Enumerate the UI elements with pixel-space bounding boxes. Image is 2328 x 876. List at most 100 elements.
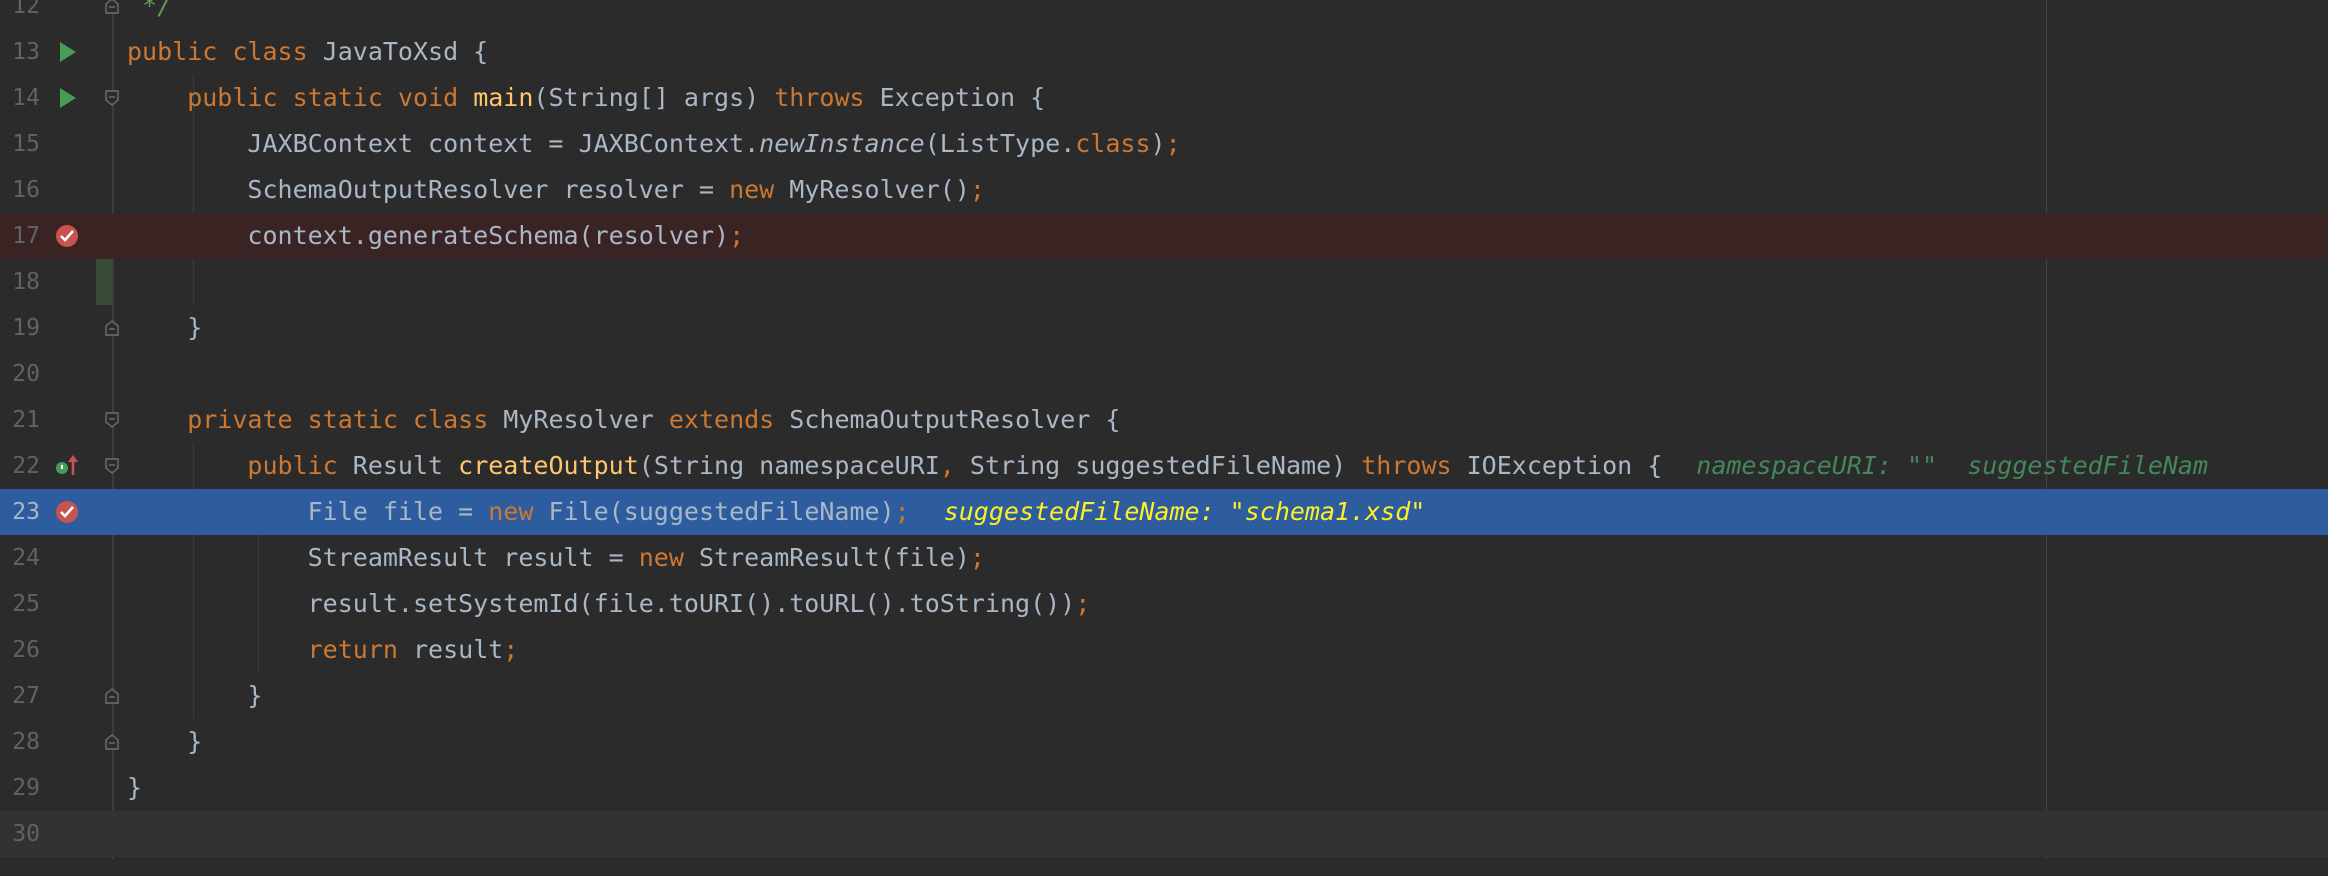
line-number[interactable]: 13 xyxy=(0,29,40,75)
code-line[interactable]: 17 context.generateSchema(resolver); xyxy=(0,213,2328,259)
code-token: } xyxy=(127,313,203,342)
override-icon[interactable] xyxy=(54,453,80,479)
code-token: public xyxy=(127,37,233,66)
line-number[interactable]: 24 xyxy=(0,535,40,581)
code-line[interactable]: 20 xyxy=(0,351,2328,397)
code-token: ; xyxy=(969,543,985,572)
line-number[interactable]: 18 xyxy=(0,259,40,305)
code-token: private xyxy=(127,405,308,434)
code-text[interactable]: } xyxy=(127,719,202,765)
code-line[interactable]: 14 public static void main(String[] args… xyxy=(0,75,2328,121)
code-token: ; xyxy=(503,635,519,664)
line-number[interactable]: 12 xyxy=(0,0,40,29)
code-line[interactable]: 26 return result; xyxy=(0,627,2328,673)
code-line[interactable]: 25 result.setSystemId(file.toURI().toURL… xyxy=(0,581,2328,627)
code-token: throws xyxy=(1361,451,1467,480)
code-token: ; xyxy=(1165,129,1181,158)
code-line[interactable]: 22 public Result createOutput(String nam… xyxy=(0,443,2328,489)
line-number[interactable]: 27 xyxy=(0,673,40,719)
line-number[interactable]: 23 xyxy=(0,489,40,535)
fold-close-icon[interactable] xyxy=(104,733,120,751)
code-line[interactable]: 13 public class JavaToXsd { xyxy=(0,29,2328,75)
line-number[interactable]: 17 xyxy=(0,213,40,259)
code-text[interactable]: StreamResult result = new StreamResult(f… xyxy=(127,535,985,581)
line-number[interactable]: 21 xyxy=(0,397,40,443)
breakpoint-icon[interactable] xyxy=(54,223,80,249)
code-text[interactable]: context.generateSchema(resolver); xyxy=(127,213,744,259)
code-token: createOutput xyxy=(458,451,639,480)
breakpoint-icon[interactable] xyxy=(54,499,80,525)
code-token: MyResolver() xyxy=(789,175,970,204)
code-token: IOException { xyxy=(1466,451,1663,480)
line-number[interactable]: 26 xyxy=(0,627,40,673)
code-line[interactable]: 30 xyxy=(0,811,2328,857)
code-token: File(suggestedFileName) xyxy=(548,497,895,526)
code-text[interactable]: } xyxy=(127,673,262,719)
code-text[interactable]: */ xyxy=(127,0,172,29)
code-text[interactable]: } xyxy=(127,305,202,351)
code-token: void xyxy=(397,83,474,112)
line-number[interactable]: 15 xyxy=(0,121,40,167)
code-token: , xyxy=(939,451,970,480)
code-text[interactable]: SchemaOutputResolver resolver = new MyRe… xyxy=(127,167,985,213)
code-token: main xyxy=(473,83,534,112)
line-number[interactable]: 30 xyxy=(0,811,40,857)
run-icon[interactable] xyxy=(54,85,80,111)
code-text[interactable]: File file = new File(suggestedFileName);… xyxy=(127,489,1426,535)
code-text[interactable]: result.setSystemId(file.toURI().toURL().… xyxy=(127,581,1091,627)
code-text[interactable]: JAXBContext context = JAXBContext.newIns… xyxy=(127,121,1181,167)
code-token: ; xyxy=(1075,589,1091,618)
fold-open-icon[interactable] xyxy=(104,457,120,475)
run-icon[interactable] xyxy=(54,39,80,65)
code-token: class xyxy=(232,37,323,66)
code-editor[interactable]: 12 */13 public class JavaToXsd {14 public… xyxy=(0,0,2328,859)
line-number[interactable]: 25 xyxy=(0,581,40,627)
code-token: result xyxy=(412,635,504,664)
code-text[interactable]: private static class MyResolver extends … xyxy=(127,397,1120,443)
code-token: return xyxy=(127,635,413,664)
fold-close-icon[interactable] xyxy=(104,687,120,705)
code-text[interactable]: return result; xyxy=(127,627,519,673)
code-line[interactable]: 12 */ xyxy=(0,0,2328,29)
code-token: (String[] args) xyxy=(533,83,775,112)
fold-open-icon[interactable] xyxy=(104,411,120,429)
code-text[interactable]: public Result createOutput(String namesp… xyxy=(127,443,2208,489)
code-line[interactable]: 19 } xyxy=(0,305,2328,351)
fold-close-icon[interactable] xyxy=(104,0,120,15)
fold-open-icon[interactable] xyxy=(104,89,120,107)
line-number[interactable]: 20 xyxy=(0,351,40,397)
code-token: context.generateSchema(resolver) xyxy=(127,221,730,250)
code-token: new xyxy=(488,497,549,526)
code-line[interactable]: 15 JAXBContext context = JAXBContext.new… xyxy=(0,121,2328,167)
line-number[interactable]: 28 xyxy=(0,719,40,765)
code-line[interactable]: 16 SchemaOutputResolver resolver = new M… xyxy=(0,167,2328,213)
code-token: public xyxy=(127,451,353,480)
code-token: newInstance xyxy=(759,129,925,158)
code-line[interactable]: 29} xyxy=(0,765,2328,811)
line-number[interactable]: 29 xyxy=(0,765,40,811)
code-token: } xyxy=(127,773,143,802)
code-token: class xyxy=(1075,129,1151,158)
code-line[interactable]: 21 private static class MyResolver exten… xyxy=(0,397,2328,443)
code-token: SchemaOutputResolver resolver = xyxy=(127,175,730,204)
code-line[interactable]: 24 StreamResult result = new StreamResul… xyxy=(0,535,2328,581)
code-text[interactable]: public class JavaToXsd { xyxy=(127,29,488,75)
line-number[interactable]: 16 xyxy=(0,167,40,213)
code-token: class xyxy=(412,405,504,434)
code-line[interactable]: 28 } xyxy=(0,719,2328,765)
code-line[interactable]: 27 } xyxy=(0,673,2328,719)
code-token: } xyxy=(127,681,263,710)
code-line[interactable]: 23 File file = new File(suggestedFileNam… xyxy=(0,489,2328,535)
code-text[interactable]: } xyxy=(127,765,142,811)
code-line[interactable]: 18 xyxy=(0,259,2328,305)
code-token: SchemaOutputResolver { xyxy=(789,405,1121,434)
code-token: } xyxy=(127,727,203,756)
code-token: static xyxy=(307,405,413,434)
line-number[interactable]: 19 xyxy=(0,305,40,351)
code-text[interactable]: public static void main(String[] args) t… xyxy=(127,75,1045,121)
code-token: ; xyxy=(729,221,745,250)
line-number[interactable]: 14 xyxy=(0,75,40,121)
code-token: File file = xyxy=(127,497,489,526)
fold-close-icon[interactable] xyxy=(104,319,120,337)
line-number[interactable]: 22 xyxy=(0,443,40,489)
